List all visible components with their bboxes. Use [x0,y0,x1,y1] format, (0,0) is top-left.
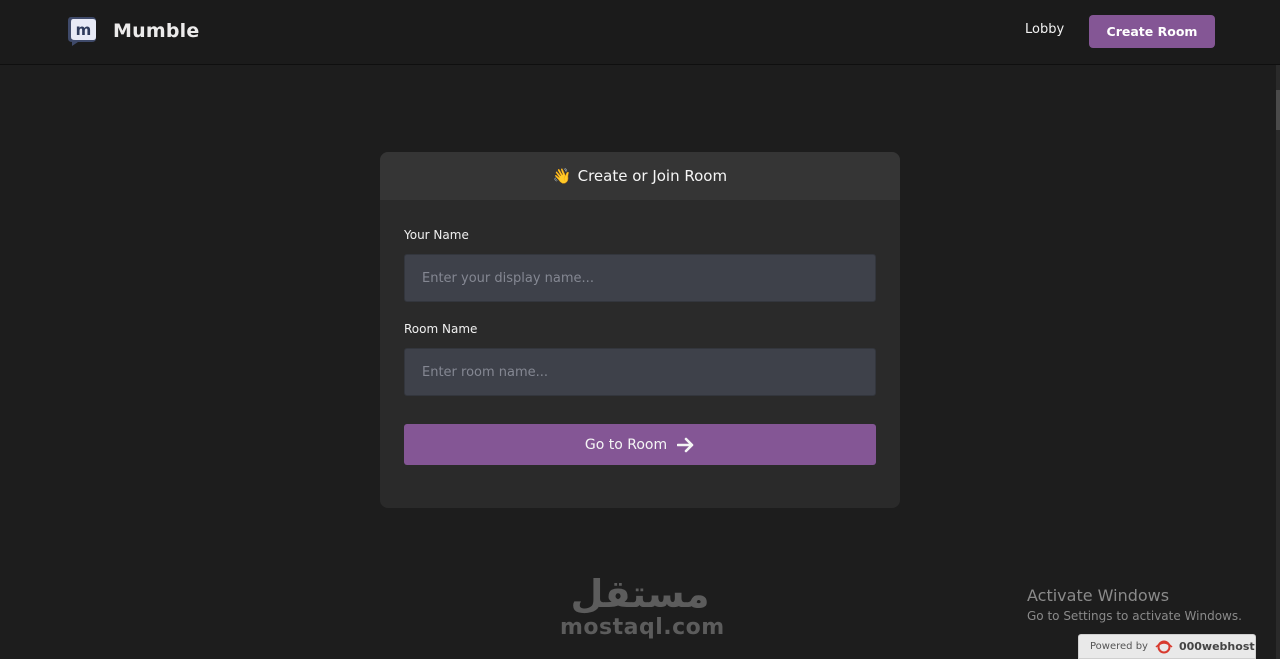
create-room-button[interactable]: Create Room [1089,15,1215,48]
your-name-label: Your Name [404,228,469,242]
page-scrollbar[interactable] [1276,65,1280,659]
scrollbar-thumb[interactable] [1276,90,1280,130]
waving-hand-icon: 👋 [552,167,572,185]
powered-by-badge[interactable]: Powered by 000webhost [1078,634,1256,659]
webhost-logo-icon [1154,640,1174,654]
watermark-arabic: مستقل [570,572,710,616]
room-form-card: 👋 Create or Join Room Your Name Room Nam… [380,152,900,508]
card-title: Create or Join Room [577,167,728,185]
room-name-label: Room Name [404,322,478,336]
activate-windows-subtitle: Go to Settings to activate Windows. [1027,609,1242,623]
brand[interactable]: m Mumble [66,15,199,46]
watermark-latin: mostaql.com [560,615,725,640]
activate-windows-notice: Activate Windows Go to Settings to activ… [1027,586,1242,625]
room-name-input[interactable] [404,348,876,396]
arrow-right-icon [677,437,695,453]
webhost-name: 000webhost [1178,640,1255,653]
go-to-room-button[interactable]: Go to Room [404,424,876,465]
go-to-room-label: Go to Room [584,436,668,453]
brand-name: Mumble [113,19,200,42]
mostaql-watermark: مستقل mostaql.com [560,572,725,640]
powered-by-label: Powered by [1090,641,1148,652]
top-navbar: m Mumble Lobby Create Room [0,0,1280,65]
card-header: 👋 Create or Join Room [380,152,900,200]
svg-text:m: m [76,21,92,39]
mumble-logo-icon: m [66,15,97,46]
nav-lobby-link[interactable]: Lobby [1025,22,1064,37]
display-name-input[interactable] [404,254,876,302]
activate-windows-title: Activate Windows [1027,586,1170,605]
